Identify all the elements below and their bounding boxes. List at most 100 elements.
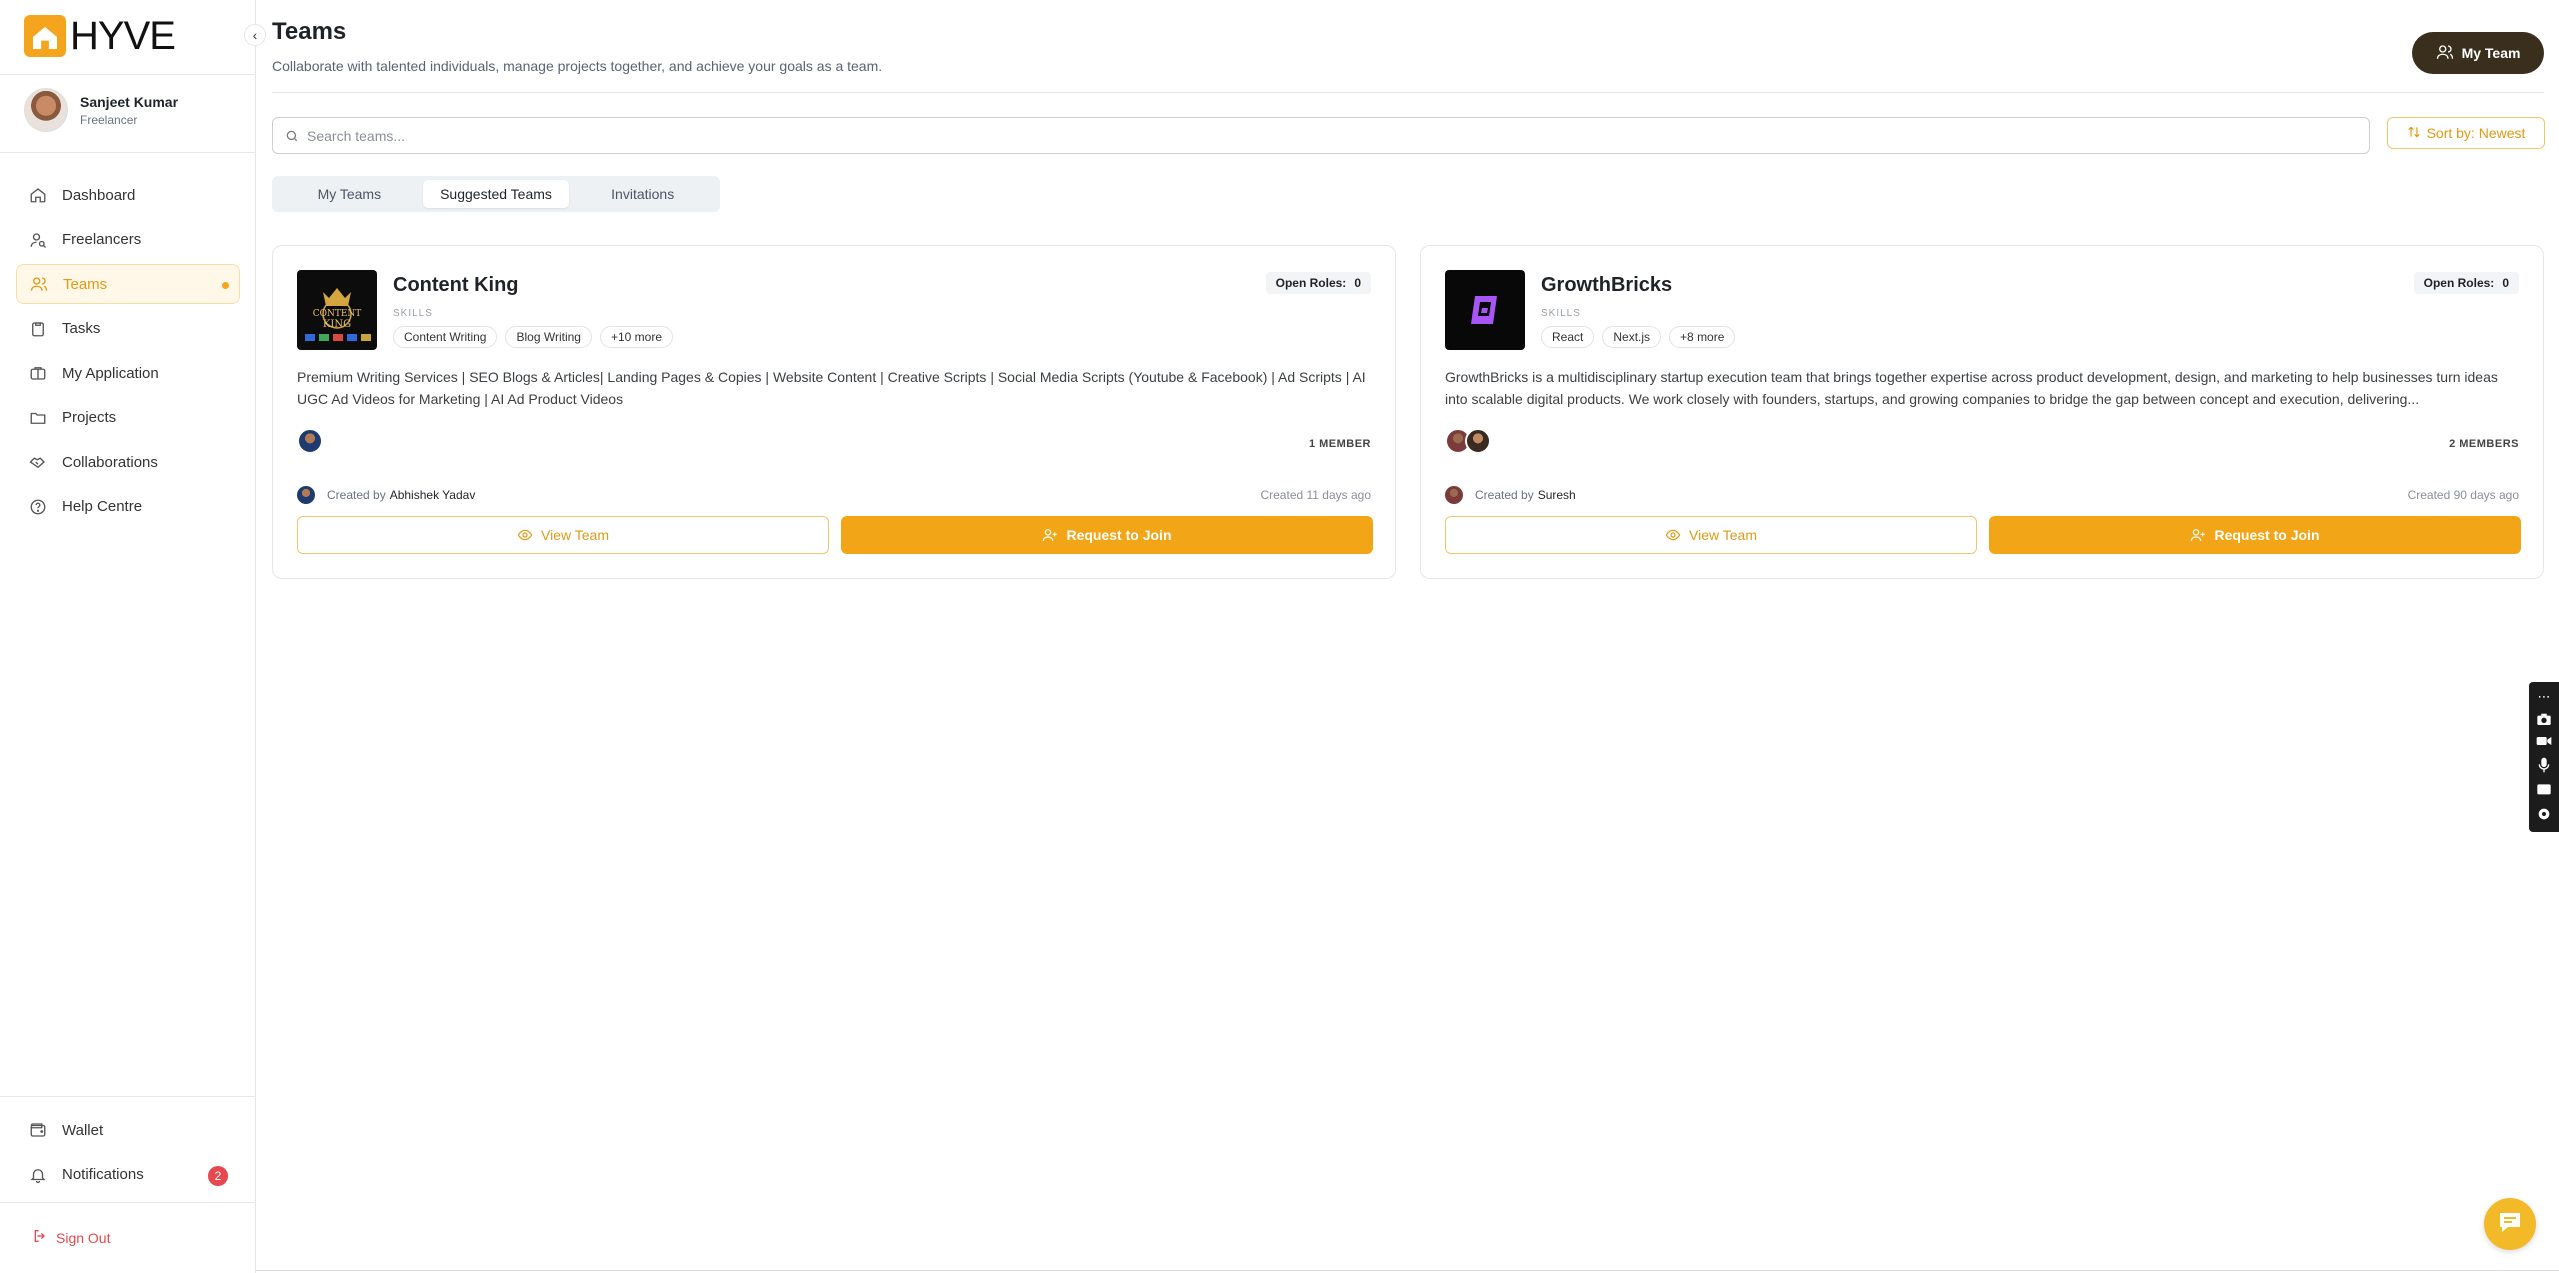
team-description: GrowthBricks is a multidisciplinary star… [1445,369,2498,407]
skill-chip: Content Writing [393,326,498,348]
svg-text:CONTENT: CONTENT [313,309,362,319]
sidebar-bottom-nav: Wallet Notifications 2 [16,1110,240,1199]
collapse-sidebar-button[interactable]: ‹ [244,24,266,46]
created-by-label: Created by [1475,488,1534,502]
team-name[interactable]: Content King [393,274,519,297]
page-title: Teams [272,18,347,45]
settings-gear-icon[interactable] [2536,806,2552,825]
sidebar-item-dashboard[interactable]: Dashboard [16,175,240,215]
sidebar-item-label: Freelancers [62,231,142,248]
sidebar-item-label: Dashboard [62,186,136,204]
avatar [297,486,315,504]
open-roles-label: Open Roles: [1275,276,1347,290]
sidebar-item-label: Wallet [62,1121,104,1139]
user-profile[interactable]: Sanjeet Kumar Freelancer [24,88,178,132]
sidebar-item-label: Teams [63,275,108,293]
avatar [1445,486,1463,504]
window-icon[interactable] [2536,782,2552,799]
open-roles-label: Open Roles: [2423,276,2495,290]
logout-icon [32,1228,48,1247]
app-logo-text: HYVE [70,13,176,58]
video-icon[interactable] [2536,735,2552,750]
tab-suggested-teams[interactable]: Suggested Teams [422,180,570,208]
sidebar-item-wallet[interactable]: Wallet [16,1110,240,1150]
header-divider [272,92,2544,93]
request-to-join-label: Request to Join [1066,527,1172,543]
sidebar-item-collaborations[interactable]: Collaborations [16,442,240,482]
request-to-join-button[interactable]: Request to Join [1989,516,2521,554]
skills-list: Content Writing Blog Writing +10 more [393,326,681,348]
sidebar-item-label: Help Centre [62,498,143,515]
sidebar-item-my-application[interactable]: My Application [16,353,240,393]
created-ago: Created 90 days ago [2407,488,2519,502]
search-icon [285,129,299,143]
skills-list: React Next.js +8 more [1541,326,1743,348]
sidebar: HYVE Sanjeet Kumar Freelancer Dashboard … [0,0,256,1273]
my-team-label: My Team [2461,45,2521,61]
sort-button[interactable]: Sort by: Newest [2387,117,2545,149]
member-count: 2 MEMBERS [2449,438,2519,450]
team-description: Premium Writing Services | SEO Blogs & A… [297,369,1366,407]
sidebar-item-label: Notifications [62,1166,144,1183]
user-role: Freelancer [80,112,138,127]
tab-my-teams[interactable]: My Teams [276,180,423,208]
open-roles-badge: Open Roles: 0 [2413,272,2519,294]
active-dot [222,282,229,289]
skill-chip: Next.js [1602,326,1662,348]
svg-text:KING: KING [323,319,351,330]
bottom-border [256,1270,2559,1271]
skills-label: SKILLS [1541,308,1581,319]
home-icon [28,185,48,205]
more-icon[interactable]: ⋯ [2538,689,2551,705]
sidebar-divider [0,152,256,153]
view-team-button[interactable]: View Team [297,516,829,554]
sidebar-item-teams[interactable]: Teams [16,264,240,304]
my-team-button[interactable]: My Team [2412,32,2544,74]
user-search-icon [28,230,48,250]
sidebar-item-label: Collaborations [62,453,158,471]
bell-icon [28,1165,48,1185]
skill-chip: React [1541,326,1595,348]
more-skills-chip[interactable]: +10 more [599,326,673,348]
app-logo[interactable]: HYVE [24,13,176,58]
sidebar-item-notifications[interactable]: Notifications 2 [16,1155,240,1195]
eye-icon [517,527,533,543]
folder-icon [28,408,48,428]
open-roles-badge: Open Roles: 0 [1265,272,1371,294]
notification-badge: 2 [208,1165,228,1186]
creator-name: Abhishek Yadav [389,488,476,502]
sidebar-item-freelancers[interactable]: Freelancers [16,220,240,260]
team-card: GrowthBricks SKILLS React Next.js +8 mor… [1420,245,2544,579]
sidebar-item-projects[interactable]: Projects [16,398,240,438]
search-box[interactable] [272,117,2370,154]
user-plus-icon [2190,527,2206,543]
camera-icon[interactable] [2536,712,2552,729]
sidebar-divider [0,74,256,75]
request-to-join-button[interactable]: Request to Join [841,516,1373,554]
created-by-label: Created by [327,488,386,502]
sort-label: Sort by: Newest [2426,125,2526,141]
chat-support-button[interactable] [2484,1198,2536,1250]
avatar [297,428,323,454]
tab-invitations[interactable]: Invitations [569,180,716,208]
sidebar-item-tasks[interactable]: Tasks [16,309,240,349]
sidebar-item-help-centre[interactable]: Help Centre [16,487,240,527]
open-roles-count: 0 [2502,276,2509,290]
microphone-icon[interactable] [2538,757,2550,776]
hyve-logo-icon [24,15,66,57]
floating-toolbar: ⋯ [2529,682,2559,832]
team-tabs: My Teams Suggested Teams Invitations [272,176,720,212]
chevron-left-icon: ‹ [252,27,258,43]
view-team-button[interactable]: View Team [1445,516,1977,554]
user-plus-icon [1042,527,1058,543]
search-input[interactable] [307,127,2307,144]
more-skills-chip[interactable]: +8 more [1669,326,1736,348]
skill-chip: Blog Writing [505,326,592,348]
team-name[interactable]: GrowthBricks [1541,274,1672,297]
sign-out-label: Sign Out [56,1229,111,1246]
request-to-join-label: Request to Join [2214,527,2320,543]
sign-out-button[interactable]: Sign Out [32,1228,110,1247]
team-card: CONTENT KING Content King SKILLS Content… [272,245,1396,579]
eye-icon [1665,527,1681,543]
help-circle-icon [28,497,48,517]
